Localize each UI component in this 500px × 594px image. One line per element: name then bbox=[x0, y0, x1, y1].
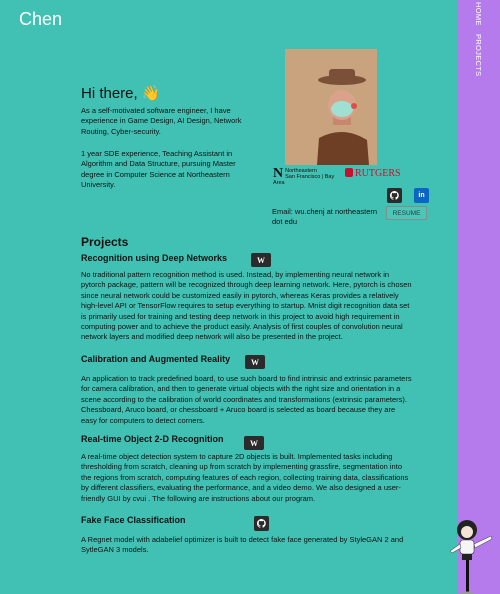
vertical-nav: HOME PROJECTS bbox=[474, 2, 483, 83]
rutgers-logo: RUTGERS bbox=[345, 168, 401, 179]
right-sidebar bbox=[458, 0, 500, 594]
site-brand[interactable]: Chen bbox=[19, 9, 62, 30]
rutgers-shield-icon bbox=[345, 168, 353, 177]
nav-home[interactable]: HOME bbox=[474, 2, 483, 26]
project-title-fake-face: Fake Face Classification bbox=[81, 515, 186, 525]
github-icon bbox=[257, 519, 266, 528]
project-writeup-button[interactable]: W bbox=[251, 253, 271, 267]
mascot-character-icon bbox=[449, 520, 493, 594]
w-icon: W bbox=[251, 357, 259, 367]
northeastern-n: N bbox=[273, 166, 284, 181]
project-writeup-button[interactable]: W bbox=[245, 355, 265, 369]
github-icon bbox=[390, 191, 399, 200]
portrait-illustration bbox=[285, 49, 377, 165]
w-icon: W bbox=[257, 255, 265, 265]
northeastern-logo: N Northeastern San Francisco | Bay Area bbox=[273, 166, 335, 187]
project-title-deep-networks: Recognition using Deep Networks bbox=[81, 253, 228, 263]
intro-paragraph: As a self-motivated software engineer, I… bbox=[81, 106, 242, 136]
project-desc: A real-time object detection system to c… bbox=[81, 452, 409, 503]
resume-button[interactable]: RESUME bbox=[386, 206, 427, 220]
email-text: Email: wu.chenj at northeastern dot edu bbox=[272, 207, 378, 227]
project-desc: A Regnet model with adabelief optimizer … bbox=[81, 535, 404, 555]
portrait-image bbox=[285, 49, 377, 165]
linkedin-icon: in bbox=[418, 192, 425, 199]
w-icon: W bbox=[250, 438, 258, 448]
greeting-heading: Hi there, 👋 bbox=[81, 85, 161, 102]
linkedin-button[interactable]: in bbox=[414, 188, 429, 203]
project-desc: An application to track predefined board… bbox=[81, 374, 412, 425]
projects-heading: Projects bbox=[81, 235, 129, 249]
rutgers-name: RUTGERS bbox=[355, 168, 401, 179]
project-writeup-button[interactable]: W bbox=[244, 436, 264, 450]
project-github-button[interactable] bbox=[254, 516, 269, 531]
project-title-calibration: Calibration and Augmented Reality bbox=[81, 354, 231, 364]
project-title-object-recognition: Real-time Object 2-D Recognition bbox=[81, 434, 224, 444]
project-desc: No traditional pattern recognition metho… bbox=[81, 270, 412, 342]
experience-paragraph: 1 year SDE experience, Teaching Assistan… bbox=[81, 149, 236, 190]
nav-projects[interactable]: PROJECTS bbox=[474, 34, 483, 76]
github-profile-button[interactable] bbox=[387, 188, 402, 203]
